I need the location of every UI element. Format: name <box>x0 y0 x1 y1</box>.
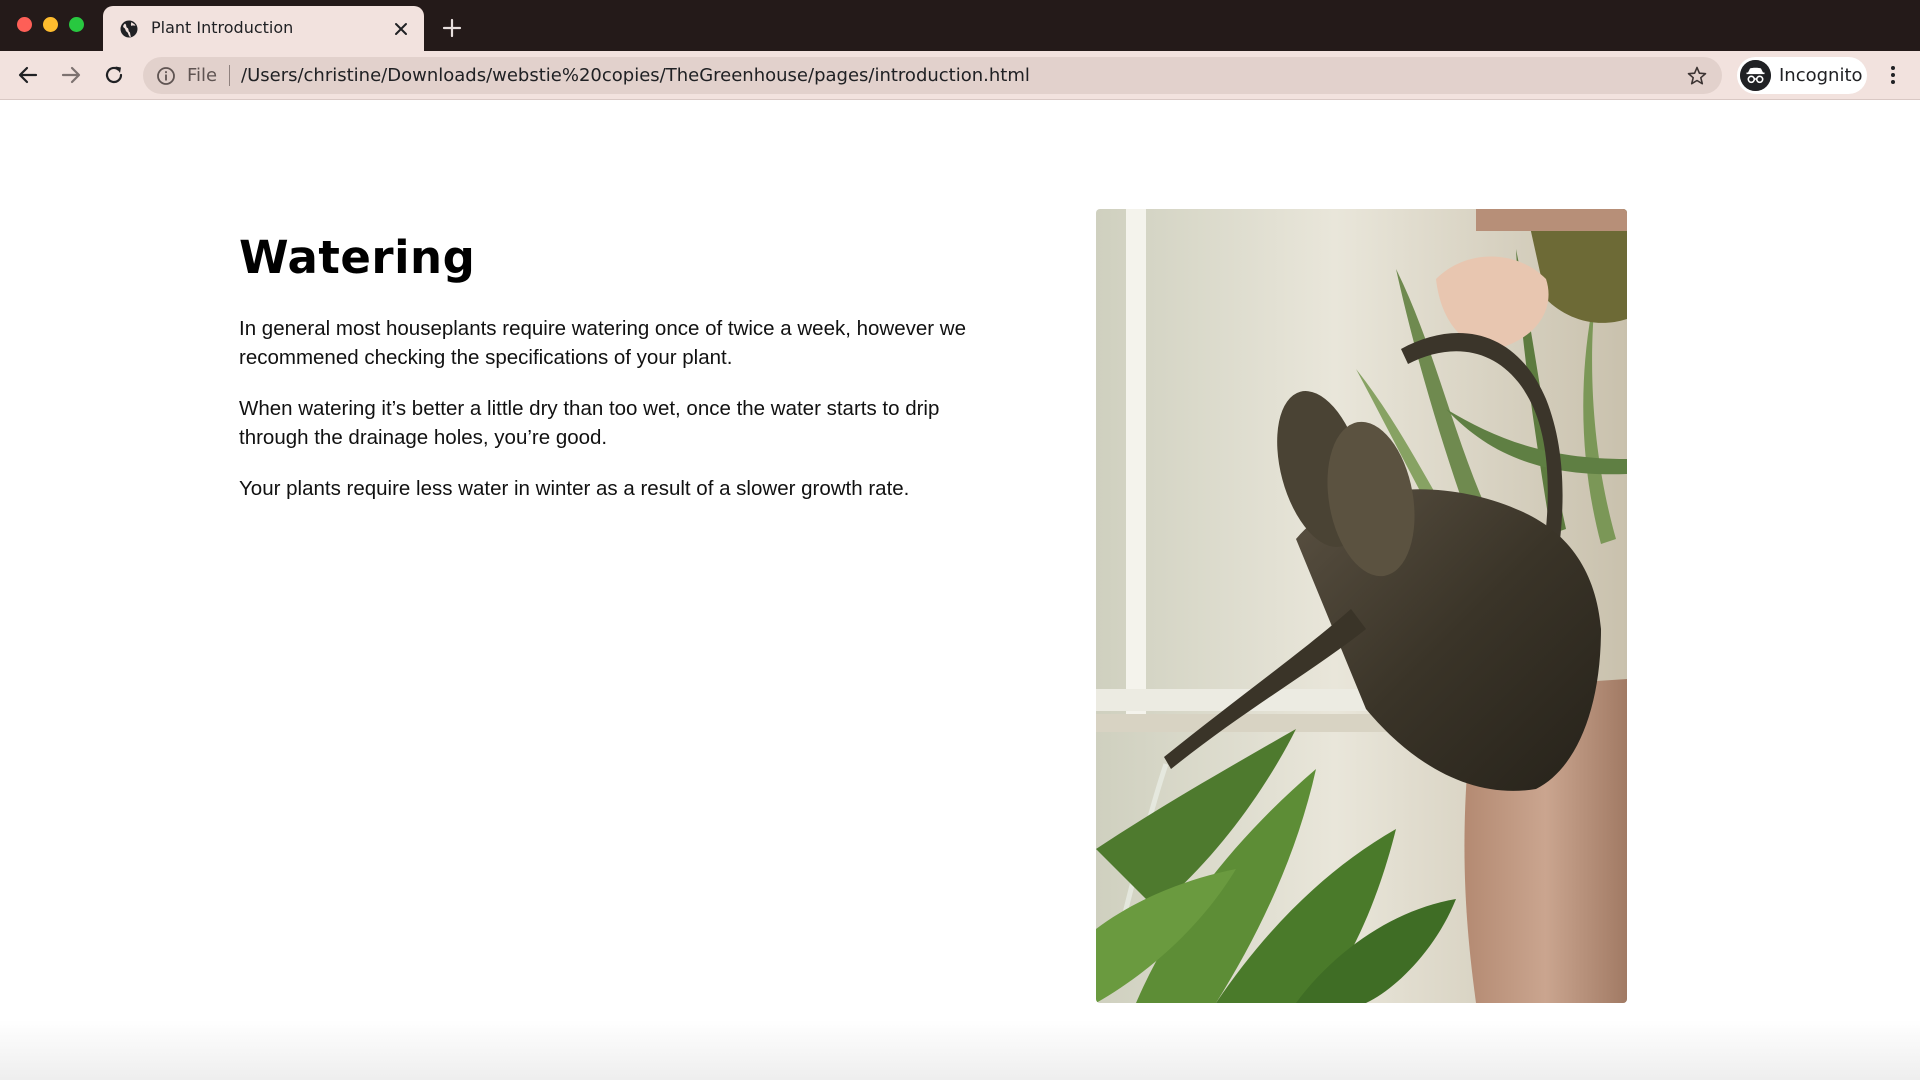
page-content: Watering In general most houseplants req… <box>0 101 1920 1080</box>
incognito-label: Incognito <box>1779 65 1863 86</box>
watering-can-illustration <box>1096 209 1627 1003</box>
browser-titlebar: Plant Introduction <box>0 0 1920 51</box>
address-bar[interactable]: File /Users/christine/Downloads/webstie%… <box>143 57 1722 94</box>
watering-can-photo <box>1096 209 1627 1003</box>
minimize-window-button[interactable] <box>43 17 58 32</box>
page-bottom-shadow <box>0 1020 1920 1080</box>
star-icon[interactable] <box>1686 65 1708 87</box>
close-window-button[interactable] <box>17 17 32 32</box>
arrow-left-icon[interactable] <box>15 62 41 88</box>
globe-icon <box>120 20 138 38</box>
tab-title: Plant Introduction <box>151 18 294 37</box>
reload-icon[interactable] <box>101 62 127 88</box>
zoom-window-button[interactable] <box>69 17 84 32</box>
url-scheme-label: File <box>187 65 218 86</box>
incognito-icon <box>1740 60 1771 91</box>
arrow-right-icon[interactable] <box>58 62 84 88</box>
paragraph-general-watering: In general most houseplants require wate… <box>239 317 967 369</box>
url-text[interactable]: /Users/christine/Downloads/webstie%20cop… <box>241 65 1030 86</box>
info-icon[interactable] <box>156 66 176 86</box>
browser-tab[interactable]: Plant Introduction <box>103 6 424 51</box>
kebab-menu-icon[interactable] <box>1880 62 1906 88</box>
page-title: Watering <box>239 231 476 284</box>
plus-icon[interactable] <box>440 16 464 40</box>
close-icon[interactable] <box>389 17 413 41</box>
url-divider <box>229 65 230 86</box>
incognito-profile-button[interactable]: Incognito <box>1737 57 1867 94</box>
browser-toolbar: File /Users/christine/Downloads/webstie%… <box>0 51 1920 100</box>
paragraph-winter-watering: Your plants require less water in winter… <box>239 477 910 500</box>
paragraph-watering-tips: When watering it’s better a little dry t… <box>239 397 940 449</box>
